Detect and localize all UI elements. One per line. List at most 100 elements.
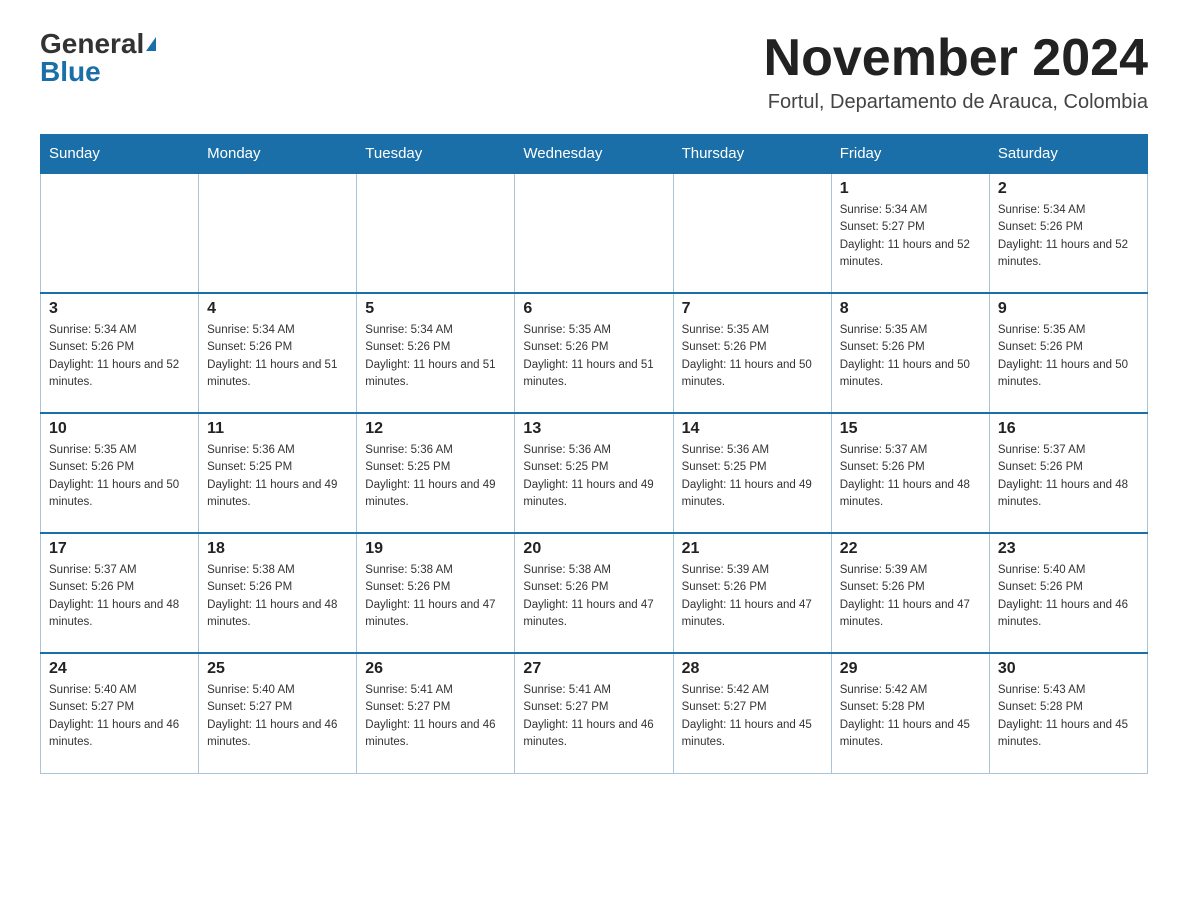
day-info: Sunrise: 5:34 AM Sunset: 5:26 PM Dayligh…	[365, 322, 506, 391]
day-number: 24	[49, 660, 190, 678]
day-number: 19	[365, 540, 506, 558]
day-number: 18	[207, 540, 348, 558]
day-info: Sunrise: 5:41 AM Sunset: 5:27 PM Dayligh…	[365, 682, 506, 751]
day-info: Sunrise: 5:38 AM Sunset: 5:26 PM Dayligh…	[365, 562, 506, 631]
calendar-cell: 20 Sunrise: 5:38 AM Sunset: 5:26 PM Dayli…	[515, 533, 673, 653]
day-info: Sunrise: 5:35 AM Sunset: 5:26 PM Dayligh…	[840, 322, 981, 391]
day-number: 3	[49, 300, 190, 318]
logo: General Blue	[40, 30, 156, 86]
day-info: Sunrise: 5:34 AM Sunset: 5:26 PM Dayligh…	[998, 202, 1139, 271]
day-number: 11	[207, 420, 348, 438]
location-title: Fortul, Departamento de Arauca, Colombia	[764, 91, 1148, 114]
day-info: Sunrise: 5:34 AM Sunset: 5:27 PM Dayligh…	[840, 202, 981, 271]
calendar-week-row: 17 Sunrise: 5:37 AM Sunset: 5:26 PM Dayli…	[41, 533, 1148, 653]
day-number: 17	[49, 540, 190, 558]
day-info: Sunrise: 5:36 AM Sunset: 5:25 PM Dayligh…	[682, 442, 823, 511]
day-number: 23	[998, 540, 1139, 558]
calendar-cell: 17 Sunrise: 5:37 AM Sunset: 5:26 PM Dayli…	[41, 533, 199, 653]
day-info: Sunrise: 5:42 AM Sunset: 5:28 PM Dayligh…	[840, 682, 981, 751]
day-info: Sunrise: 5:43 AM Sunset: 5:28 PM Dayligh…	[998, 682, 1139, 751]
day-info: Sunrise: 5:34 AM Sunset: 5:26 PM Dayligh…	[49, 322, 190, 391]
calendar-week-row: 10Sunrise: 5:35 AM Sunset: 5:26 PM Dayli…	[41, 413, 1148, 533]
day-info: Sunrise: 5:37 AM Sunset: 5:26 PM Dayligh…	[998, 442, 1139, 511]
day-info: Sunrise: 5:40 AM Sunset: 5:26 PM Dayligh…	[998, 562, 1139, 631]
calendar-cell: 29 Sunrise: 5:42 AM Sunset: 5:28 PM Dayli…	[831, 653, 989, 773]
calendar-cell: 9Sunrise: 5:35 AM Sunset: 5:26 PM Daylig…	[989, 293, 1147, 413]
day-info: Sunrise: 5:36 AM Sunset: 5:25 PM Dayligh…	[365, 442, 506, 511]
day-number: 5	[365, 300, 506, 318]
calendar-header-saturday: Saturday	[989, 135, 1147, 174]
day-info: Sunrise: 5:35 AM Sunset: 5:26 PM Dayligh…	[523, 322, 664, 391]
logo-blue-text: Blue	[40, 58, 101, 86]
day-number: 14	[682, 420, 823, 438]
calendar-week-row: 3 Sunrise: 5:34 AM Sunset: 5:26 PM Daylig…	[41, 293, 1148, 413]
day-number: 25	[207, 660, 348, 678]
day-number: 2	[998, 180, 1139, 198]
title-area: November 2024 Fortul, Departamento de Ar…	[764, 30, 1148, 114]
day-number: 21	[682, 540, 823, 558]
day-number: 22	[840, 540, 981, 558]
calendar-cell: 6 Sunrise: 5:35 AM Sunset: 5:26 PM Daylig…	[515, 293, 673, 413]
calendar-cell: 21 Sunrise: 5:39 AM Sunset: 5:26 PM Dayli…	[673, 533, 831, 653]
calendar-cell	[673, 173, 831, 293]
day-number: 1	[840, 180, 981, 198]
day-number: 28	[682, 660, 823, 678]
day-info: Sunrise: 5:41 AM Sunset: 5:27 PM Dayligh…	[523, 682, 664, 751]
calendar-header-row: SundayMondayTuesdayWednesdayThursdayFrid…	[41, 135, 1148, 174]
day-info: Sunrise: 5:37 AM Sunset: 5:26 PM Dayligh…	[840, 442, 981, 511]
calendar-header-tuesday: Tuesday	[357, 135, 515, 174]
calendar-cell: 26 Sunrise: 5:41 AM Sunset: 5:27 PM Dayli…	[357, 653, 515, 773]
calendar-cell: 4 Sunrise: 5:34 AM Sunset: 5:26 PM Daylig…	[199, 293, 357, 413]
month-title: November 2024	[764, 30, 1148, 87]
calendar-cell	[199, 173, 357, 293]
calendar-cell	[41, 173, 199, 293]
calendar-cell: 13Sunrise: 5:36 AM Sunset: 5:25 PM Dayli…	[515, 413, 673, 533]
calendar-cell: 15Sunrise: 5:37 AM Sunset: 5:26 PM Dayli…	[831, 413, 989, 533]
calendar-table: SundayMondayTuesdayWednesdayThursdayFrid…	[40, 134, 1148, 774]
calendar-cell: 18 Sunrise: 5:38 AM Sunset: 5:26 PM Dayli…	[199, 533, 357, 653]
day-number: 12	[365, 420, 506, 438]
day-number: 30	[998, 660, 1139, 678]
day-number: 26	[365, 660, 506, 678]
logo-general-text: General	[40, 30, 144, 58]
day-info: Sunrise: 5:39 AM Sunset: 5:26 PM Dayligh…	[682, 562, 823, 631]
day-number: 16	[998, 420, 1139, 438]
calendar-cell: 22Sunrise: 5:39 AM Sunset: 5:26 PM Dayli…	[831, 533, 989, 653]
day-number: 20	[523, 540, 664, 558]
day-number: 10	[49, 420, 190, 438]
calendar-cell: 25Sunrise: 5:40 AM Sunset: 5:27 PM Dayli…	[199, 653, 357, 773]
day-number: 29	[840, 660, 981, 678]
calendar-week-row: 1 Sunrise: 5:34 AM Sunset: 5:27 PM Daylig…	[41, 173, 1148, 293]
calendar-week-row: 24Sunrise: 5:40 AM Sunset: 5:27 PM Dayli…	[41, 653, 1148, 773]
day-number: 7	[682, 300, 823, 318]
day-number: 8	[840, 300, 981, 318]
calendar-cell: 3 Sunrise: 5:34 AM Sunset: 5:26 PM Daylig…	[41, 293, 199, 413]
day-info: Sunrise: 5:42 AM Sunset: 5:27 PM Dayligh…	[682, 682, 823, 751]
calendar-cell	[515, 173, 673, 293]
calendar-header-sunday: Sunday	[41, 135, 199, 174]
calendar-cell: 27 Sunrise: 5:41 AM Sunset: 5:27 PM Dayli…	[515, 653, 673, 773]
header: General Blue November 2024 Fortul, Depar…	[40, 30, 1148, 114]
calendar-cell: 19 Sunrise: 5:38 AM Sunset: 5:26 PM Dayli…	[357, 533, 515, 653]
calendar-cell: 5 Sunrise: 5:34 AM Sunset: 5:26 PM Daylig…	[357, 293, 515, 413]
day-info: Sunrise: 5:36 AM Sunset: 5:25 PM Dayligh…	[523, 442, 664, 511]
calendar-cell: 10Sunrise: 5:35 AM Sunset: 5:26 PM Dayli…	[41, 413, 199, 533]
calendar-cell: 1 Sunrise: 5:34 AM Sunset: 5:27 PM Daylig…	[831, 173, 989, 293]
calendar-cell: 8 Sunrise: 5:35 AM Sunset: 5:26 PM Daylig…	[831, 293, 989, 413]
day-info: Sunrise: 5:37 AM Sunset: 5:26 PM Dayligh…	[49, 562, 190, 631]
day-info: Sunrise: 5:36 AM Sunset: 5:25 PM Dayligh…	[207, 442, 348, 511]
calendar-cell: 30 Sunrise: 5:43 AM Sunset: 5:28 PM Dayli…	[989, 653, 1147, 773]
calendar-cell: 16 Sunrise: 5:37 AM Sunset: 5:26 PM Dayli…	[989, 413, 1147, 533]
day-number: 4	[207, 300, 348, 318]
day-number: 27	[523, 660, 664, 678]
calendar-cell: 11 Sunrise: 5:36 AM Sunset: 5:25 PM Dayli…	[199, 413, 357, 533]
calendar-header-friday: Friday	[831, 135, 989, 174]
calendar-cell	[357, 173, 515, 293]
calendar-cell: 14 Sunrise: 5:36 AM Sunset: 5:25 PM Dayli…	[673, 413, 831, 533]
calendar-cell: 24Sunrise: 5:40 AM Sunset: 5:27 PM Dayli…	[41, 653, 199, 773]
day-info: Sunrise: 5:38 AM Sunset: 5:26 PM Dayligh…	[523, 562, 664, 631]
day-number: 6	[523, 300, 664, 318]
day-info: Sunrise: 5:34 AM Sunset: 5:26 PM Dayligh…	[207, 322, 348, 391]
day-info: Sunrise: 5:38 AM Sunset: 5:26 PM Dayligh…	[207, 562, 348, 631]
calendar-header-thursday: Thursday	[673, 135, 831, 174]
